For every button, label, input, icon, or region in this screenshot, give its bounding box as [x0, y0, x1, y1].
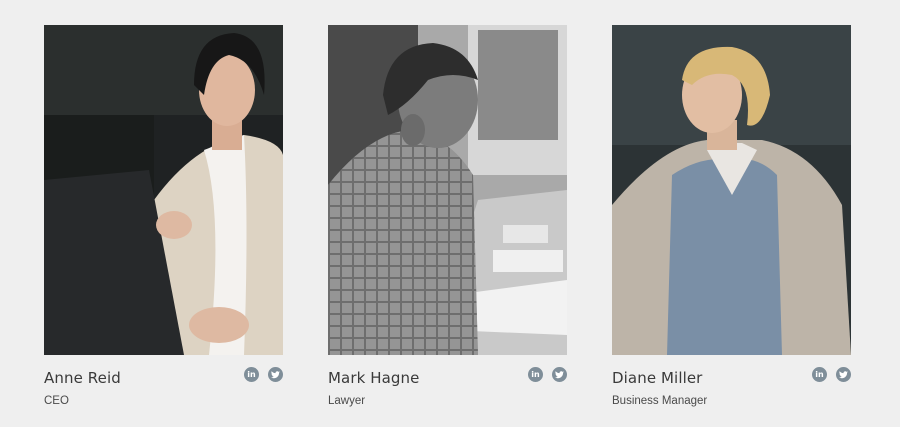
linkedin-icon[interactable]: in — [528, 367, 543, 382]
member-role: CEO — [44, 395, 69, 407]
team-photo — [612, 25, 851, 355]
team-card-mark-hagne: Mark Hagne Lawyer in — [328, 25, 567, 415]
member-name: Diane Miller — [612, 369, 703, 387]
member-name: Anne Reid — [44, 369, 121, 387]
twitter-icon[interactable] — [552, 367, 567, 382]
member-role: Lawyer — [328, 395, 366, 407]
team-card-diane-miller: Diane Miller Business Manager in — [612, 25, 851, 415]
team-card-anne-reid: Anne Reid CEO in — [44, 25, 283, 415]
twitter-icon[interactable] — [268, 367, 283, 382]
linkedin-icon[interactable]: in — [244, 367, 259, 382]
team-photo — [328, 25, 567, 355]
social-links: in — [528, 367, 567, 382]
linkedin-icon[interactable]: in — [812, 367, 827, 382]
team-section: Anne Reid CEO in Mark Hagne Lawyer in Di… — [0, 0, 900, 427]
social-links: in — [812, 367, 851, 382]
social-links: in — [244, 367, 283, 382]
team-photo — [44, 25, 283, 355]
twitter-icon[interactable] — [836, 367, 851, 382]
member-role: Business Manager — [612, 395, 708, 407]
member-name: Mark Hagne — [328, 369, 420, 387]
